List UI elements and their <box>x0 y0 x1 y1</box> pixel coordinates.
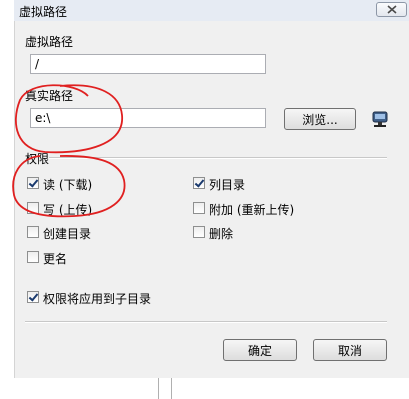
window-title: 虚拟路径 <box>19 5 68 19</box>
perm-rename-label: 更名 <box>43 252 68 266</box>
title-bar: 虚拟路径 <box>14 0 409 22</box>
virtual-path-input[interactable] <box>30 54 266 74</box>
background-divider <box>158 378 172 399</box>
buttons-divider <box>25 321 387 323</box>
perm-write-checkbox[interactable] <box>27 202 39 214</box>
apply-subdirs-label: 权限将应用到子目录 <box>43 292 152 306</box>
browse-button[interactable]: 浏览... <box>284 108 356 130</box>
perm-append-checkbox[interactable] <box>193 202 205 214</box>
ok-button[interactable]: 确定 <box>223 339 297 361</box>
cancel-button-label: 取消 <box>337 343 362 358</box>
close-button[interactable] <box>376 2 407 17</box>
ok-button-label: 确定 <box>247 343 272 358</box>
close-icon <box>386 5 397 14</box>
dialog-body: 虚拟路径 真实路径 浏览... 权限 读 (下载) 列目录 写 (上传) 附加 … <box>14 21 409 378</box>
perm-list-label: 列目录 <box>209 178 246 192</box>
perm-delete-checkbox[interactable] <box>193 226 205 238</box>
real-path-label: 真实路径 <box>25 89 74 103</box>
real-path-input[interactable] <box>30 108 266 128</box>
permissions-divider <box>49 157 387 159</box>
perm-write-label: 写 (上传) <box>43 203 93 217</box>
perm-mkdir-label: 创建目录 <box>43 227 92 241</box>
perm-delete-label: 删除 <box>209 227 234 241</box>
virtual-path-label: 虚拟路径 <box>25 35 74 49</box>
network-drive-icon[interactable] <box>371 110 389 128</box>
apply-subdirs-checkbox[interactable] <box>27 291 39 303</box>
permissions-label: 权限 <box>25 152 50 166</box>
perm-read-checkbox[interactable] <box>27 177 39 189</box>
perm-rename-checkbox[interactable] <box>27 251 39 263</box>
perm-append-label: 附加 (重新上传) <box>209 203 295 217</box>
perm-list-checkbox[interactable] <box>193 177 205 189</box>
perm-read-label: 读 (下载) <box>43 178 93 192</box>
background-area <box>0 378 409 399</box>
cancel-button[interactable]: 取消 <box>313 339 387 361</box>
browse-button-label: 浏览... <box>302 112 338 127</box>
perm-mkdir-checkbox[interactable] <box>27 226 39 238</box>
